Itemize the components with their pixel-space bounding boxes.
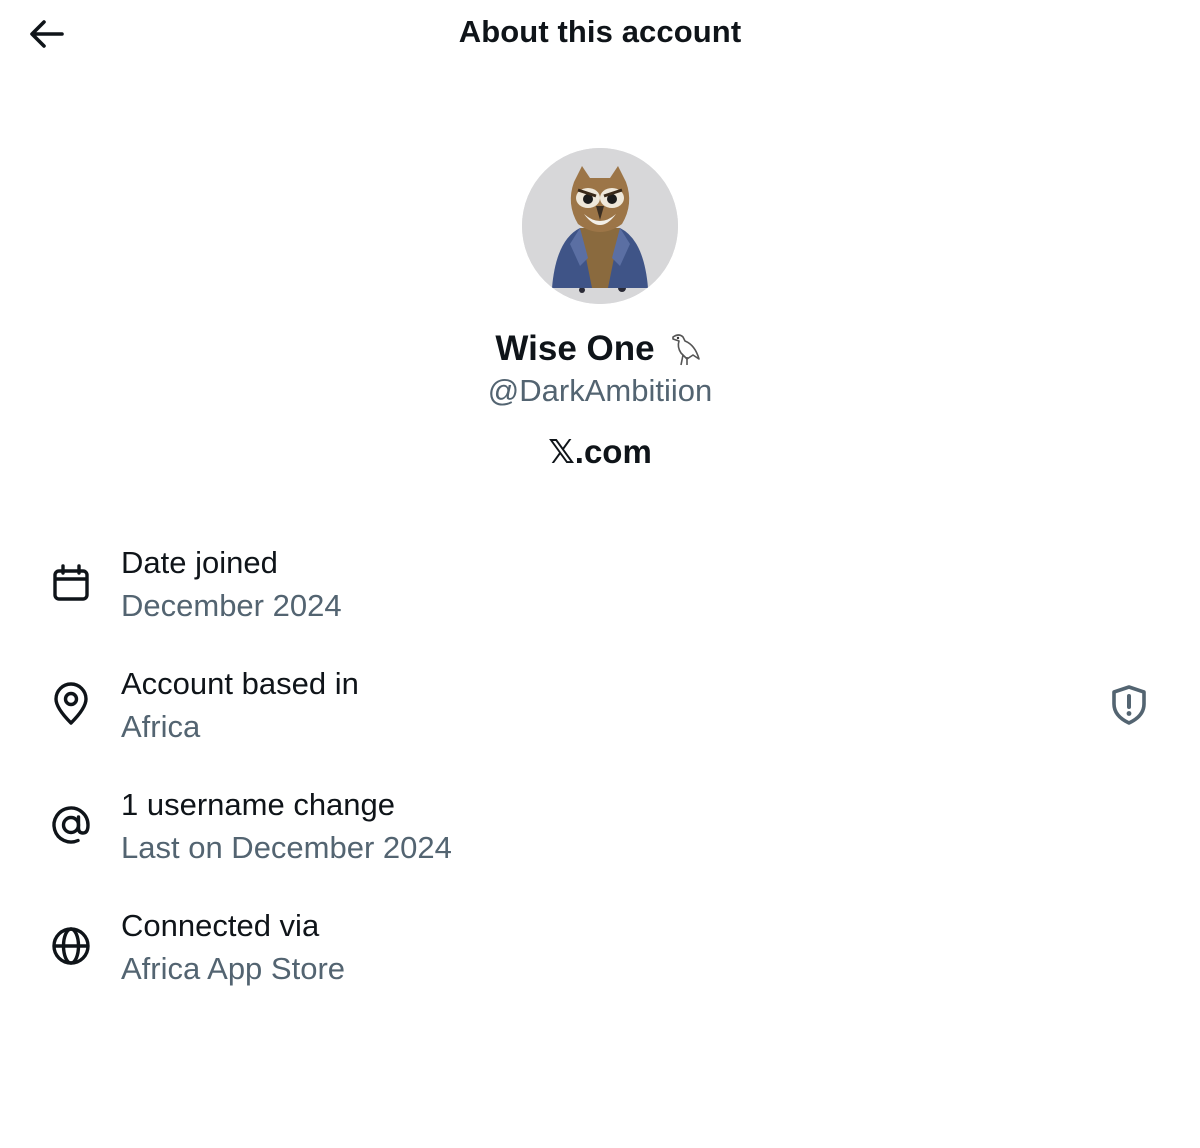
- platform-label: 𝕏.com: [548, 433, 652, 470]
- display-name: Wise One: [495, 329, 655, 368]
- detail-title: Account based in: [121, 666, 359, 701]
- location-pin-icon: [46, 679, 96, 729]
- detail-value: December 2024: [121, 588, 342, 623]
- top-bar: About this account: [0, 0, 1200, 66]
- detail-row-account-location: Account based in Africa: [0, 661, 1200, 782]
- detail-title: Date joined: [121, 545, 278, 580]
- display-name-row: Wise One: [0, 328, 1200, 370]
- calendar-icon: [46, 558, 96, 608]
- username-handle: @DarkAmbitiion: [487, 373, 713, 408]
- page-title: About this account: [458, 14, 742, 49]
- detail-value: Africa: [121, 709, 201, 744]
- detail-title: Connected via: [121, 908, 320, 943]
- globe-icon: [46, 921, 96, 971]
- profile-section: Wise One @DarkAmbitiion 𝕏.com: [0, 148, 1200, 472]
- owl-avatar-image: [522, 148, 678, 304]
- detail-title: 1 username change: [121, 787, 396, 822]
- detail-row-date-joined: Date joined December 2024: [0, 540, 1200, 661]
- account-details-list: Date joined December 2024 Account based …: [0, 540, 1200, 1024]
- bird-emoji: [665, 329, 705, 369]
- detail-value: Africa App Store: [121, 951, 346, 986]
- detail-row-username-changes: 1 username change Last on December 2024: [0, 782, 1200, 903]
- detail-value: Last on December 2024: [121, 830, 452, 865]
- shield-alert-icon: [1112, 685, 1146, 725]
- at-sign-icon: [46, 800, 96, 850]
- avatar[interactable]: [522, 148, 678, 304]
- about-account-screen: About this account Wise One @DarkAmbitii…: [0, 0, 1200, 1148]
- shield-alert-button[interactable]: [1104, 680, 1154, 730]
- detail-row-connected-via: Connected via Africa App Store: [0, 903, 1200, 1024]
